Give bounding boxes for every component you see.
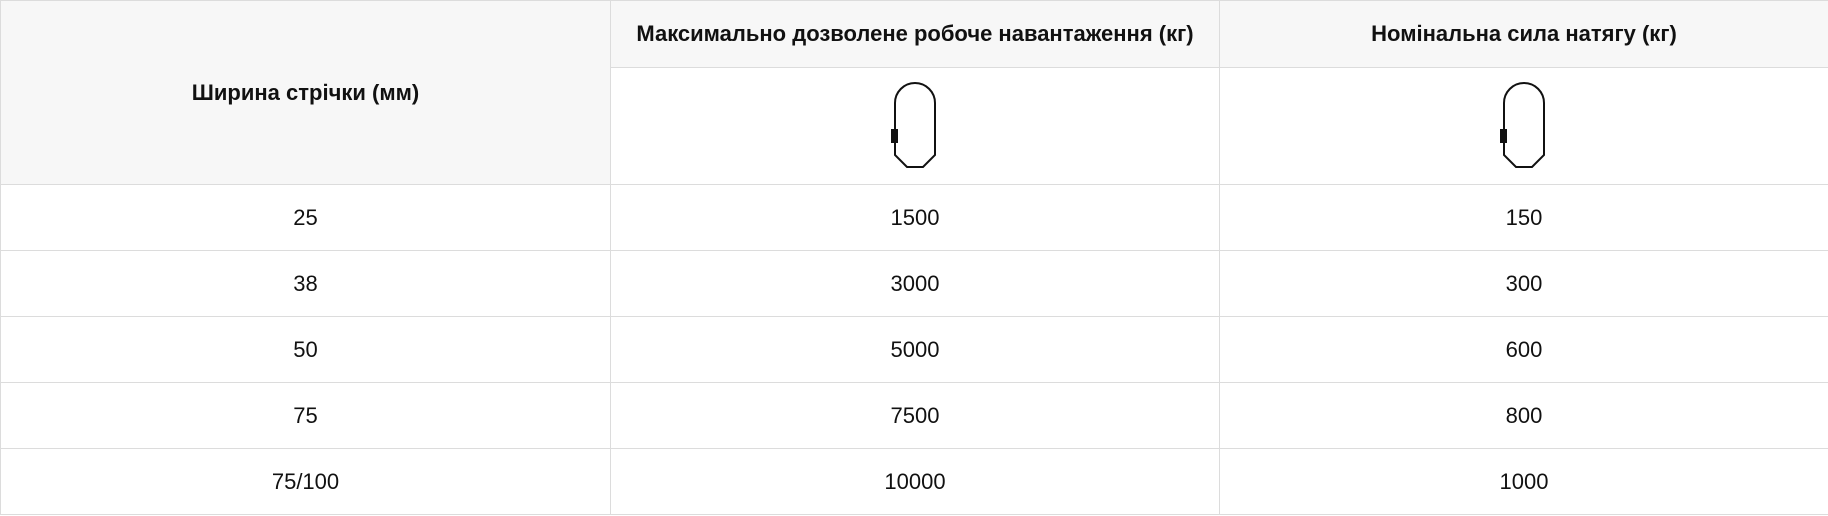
- table-row: 50 5000 600: [0, 316, 1828, 383]
- table-row: 75 7500 800: [0, 382, 1828, 449]
- width-cell: 25: [0, 184, 611, 251]
- width-cell: 75/100: [0, 448, 611, 515]
- max-load-cell: 3000: [610, 250, 1220, 317]
- width-cell: 50: [0, 316, 611, 383]
- tension-cell: 150: [1219, 184, 1828, 251]
- strap-loop-icon: [1500, 82, 1545, 168]
- table-row: 75/100 10000 1000: [0, 448, 1828, 515]
- tension-cell: 1000: [1219, 448, 1828, 515]
- table-row: 38 3000 300: [0, 250, 1828, 317]
- tension-icon-cell: [1219, 67, 1828, 185]
- header-width: Ширина стрічки (мм): [0, 0, 611, 185]
- strap-spec-table: Ширина стрічки (мм) Максимально дозволен…: [0, 0, 1828, 515]
- max-load-cell: 1500: [610, 184, 1220, 251]
- tension-cell: 600: [1219, 316, 1828, 383]
- header-max-load: Максимально дозволене робоче навантаженн…: [610, 0, 1220, 68]
- tension-cell: 800: [1219, 382, 1828, 449]
- tension-cell: 300: [1219, 250, 1828, 317]
- max-load-icon-cell: [610, 67, 1220, 185]
- width-cell: 75: [0, 382, 611, 449]
- max-load-cell: 7500: [610, 382, 1220, 449]
- max-load-cell: 5000: [610, 316, 1220, 383]
- header-tension: Номінальна сила натягу (кг): [1219, 0, 1828, 68]
- table-row: 25 1500 150: [0, 184, 1828, 251]
- max-load-cell: 10000: [610, 448, 1220, 515]
- width-cell: 38: [0, 250, 611, 317]
- header-row: Ширина стрічки (мм) Максимально дозволен…: [0, 0, 1828, 185]
- strap-loop-icon: [891, 82, 936, 168]
